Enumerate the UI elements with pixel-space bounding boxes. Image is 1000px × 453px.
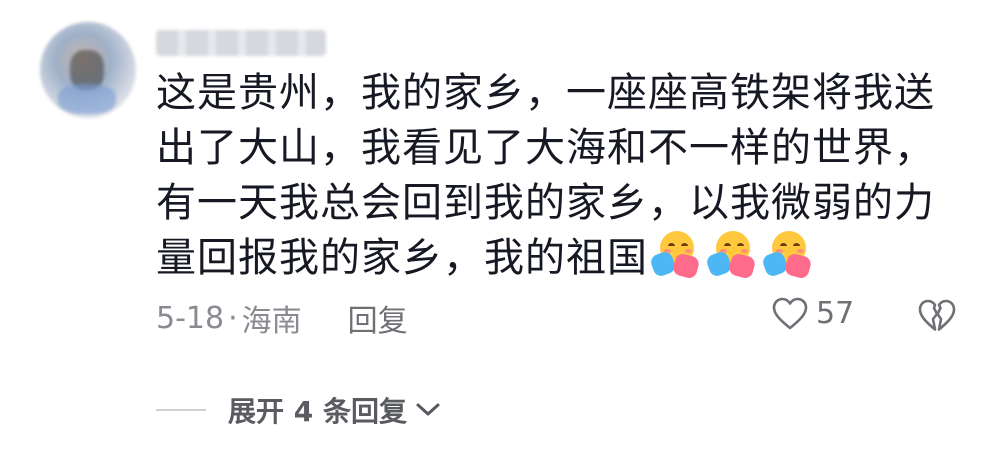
avatar-blur-detail (58, 84, 116, 114)
chevron-down-icon (416, 403, 440, 416)
username-blurred[interactable] (156, 30, 326, 56)
comment-text: 这是贵州，我的家乡，一座座高铁架将我送出了大山，我看见了大海和不一样的世界，有一… (156, 66, 946, 294)
hug-emoji (704, 231, 757, 280)
reply-button[interactable]: 回复 (348, 296, 408, 340)
heart-outline-icon (772, 297, 808, 329)
expand-label: 展开 4 条回复 (228, 395, 407, 428)
avatar[interactable] (40, 22, 136, 118)
like-count: 57 (816, 296, 855, 331)
comment-date: 5-18 (156, 300, 225, 336)
expand-divider (156, 409, 206, 411)
expand-replies-button[interactable]: 展开 4 条回复 (156, 390, 441, 430)
hug-emoji (648, 231, 701, 280)
meta-separator: · (228, 300, 238, 336)
comment-location: 海南 (241, 304, 302, 339)
broken-heart-outline-icon (918, 299, 956, 331)
emoji-group (648, 231, 820, 294)
like-button[interactable]: 57 (772, 296, 854, 331)
hug-emoji (760, 231, 813, 280)
comment-meta: 5-18 · 海南 回复 (156, 296, 408, 340)
dislike-button[interactable] (918, 299, 956, 337)
